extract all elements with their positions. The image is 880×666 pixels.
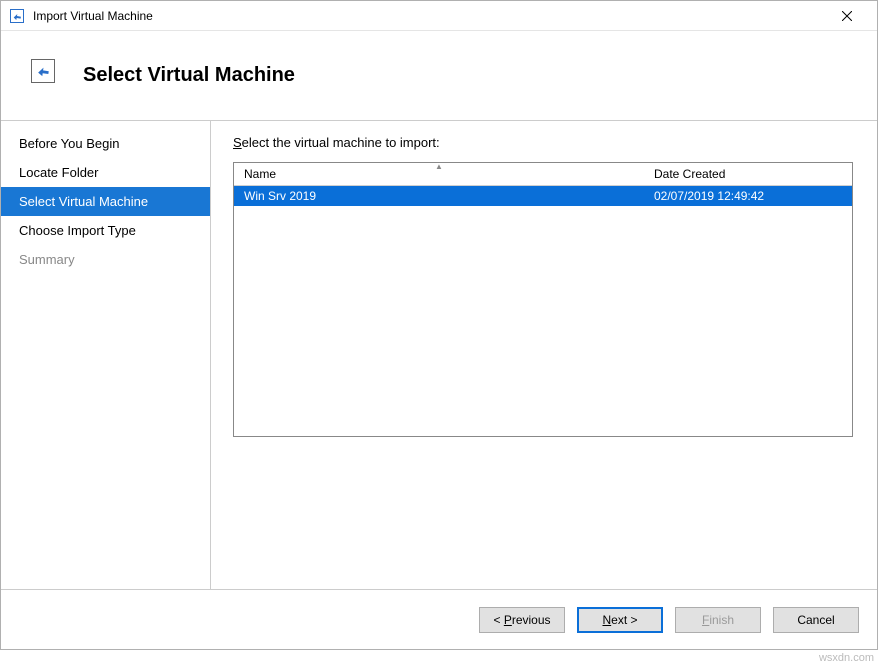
wizard-content: Select the virtual machine to import: ▲ … [211,121,877,589]
virtual-machine-list[interactable]: ▲ Name Date Created Win Srv 2019 02/07/2… [233,162,853,437]
next-button[interactable]: Next > [577,607,663,633]
instruction-label: Select the virtual machine to import: [233,135,853,150]
sidebar-item-summary: Summary [1,245,210,274]
watermark: wsxdn.com [819,652,874,664]
column-header-date-created[interactable]: Date Created [644,163,852,185]
window-title: Import Virtual Machine [33,9,824,23]
instruction-accelerator: S [233,135,242,150]
sidebar-item-before-you-begin[interactable]: Before You Begin [1,129,210,158]
list-item[interactable]: Win Srv 2019 02/07/2019 12:49:42 [234,186,852,206]
sidebar-item-choose-import-type[interactable]: Choose Import Type [1,216,210,245]
column-header-name-label: Name [244,167,276,181]
finish-button: Finish [675,607,761,633]
wizard-body: Before You Begin Locate Folder Select Vi… [1,121,877,589]
list-header: ▲ Name Date Created [234,163,852,186]
page-title: Select Virtual Machine [83,64,295,87]
close-button[interactable] [824,1,869,30]
wizard-steps-sidebar: Before You Begin Locate Folder Select Vi… [1,121,211,589]
cancel-button[interactable]: Cancel [773,607,859,633]
column-header-name[interactable]: ▲ Name [234,163,644,185]
instruction-text: elect the virtual machine to import: [242,135,440,150]
cell-date-created: 02/07/2019 12:49:42 [644,186,852,206]
previous-button[interactable]: < Previous [479,607,565,633]
import-arrow-icon [31,59,55,83]
sidebar-item-locate-folder[interactable]: Locate Folder [1,158,210,187]
import-arrow-icon [9,8,25,24]
sort-indicator-icon: ▲ [435,162,443,171]
close-icon [842,11,852,21]
wizard-window: Import Virtual Machine Select Virtual Ma… [0,0,878,650]
wizard-footer: < Previous Next > Finish Cancel [1,589,877,649]
titlebar: Import Virtual Machine [1,1,877,31]
cell-name: Win Srv 2019 [234,186,644,206]
wizard-header: Select Virtual Machine [1,31,877,121]
sidebar-item-select-virtual-machine[interactable]: Select Virtual Machine [1,187,210,216]
